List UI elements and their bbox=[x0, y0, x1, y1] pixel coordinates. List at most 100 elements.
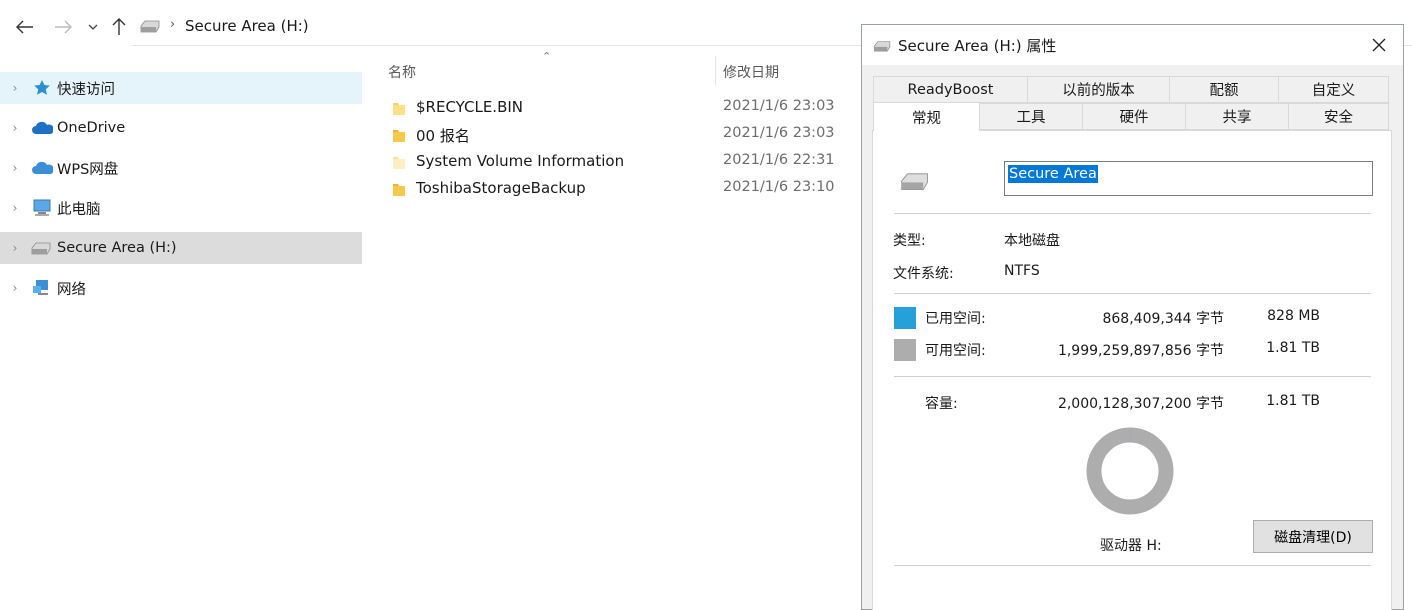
capacity-bytes: 2,000,128,307,200 字节 bbox=[1057, 396, 1224, 412]
tab-sharing[interactable]: 共享 bbox=[1185, 103, 1289, 130]
up-button[interactable] bbox=[106, 14, 132, 40]
back-arrow-icon bbox=[16, 20, 33, 34]
tab-readyboost[interactable]: ReadyBoost bbox=[873, 76, 1028, 103]
network-icon bbox=[30, 278, 54, 298]
chevron-down-icon bbox=[88, 24, 98, 30]
sidebar-item-label: 快速访问 bbox=[57, 81, 115, 98]
file-date: 2021/1/6 23:10 bbox=[723, 179, 835, 195]
screen: › Secure Area (H:) › 快速访问 › OneDrive › W… bbox=[0, 0, 1412, 610]
expand-chevron-icon[interactable]: › bbox=[0, 81, 30, 95]
drive-icon bbox=[901, 173, 928, 190]
star-icon bbox=[30, 78, 54, 98]
sidebar-item-this-pc[interactable]: › 此电脑 bbox=[0, 192, 362, 224]
sidebar-item-label: WPS网盘 bbox=[57, 161, 119, 178]
file-list: ⌃ 名称 修改日期 $RECYCLE.BIN 2021/1/6 23:03 00… bbox=[380, 50, 860, 610]
cloud-icon bbox=[30, 158, 54, 178]
file-date: 2021/1/6 23:03 bbox=[723, 125, 835, 141]
tab-general[interactable]: 常规 bbox=[873, 102, 980, 131]
tab-tools[interactable]: 工具 bbox=[979, 103, 1083, 130]
divider bbox=[894, 213, 1371, 214]
forward-button[interactable] bbox=[50, 14, 76, 40]
disk-cleanup-button[interactable]: 磁盘清理(D) bbox=[1253, 520, 1373, 553]
file-date: 2021/1/6 22:31 bbox=[723, 152, 835, 168]
folder-icon bbox=[393, 157, 405, 169]
sidebar-item-label: OneDrive bbox=[57, 120, 126, 136]
sort-ascending-icon: ⌃ bbox=[542, 50, 552, 63]
drive-icon bbox=[140, 20, 160, 33]
drive-icon bbox=[30, 238, 54, 258]
tab-quota[interactable]: 配额 bbox=[1169, 76, 1279, 103]
divider bbox=[894, 293, 1371, 294]
file-row[interactable]: 00 报名 2021/1/6 23:03 bbox=[380, 122, 860, 148]
expand-chevron-icon[interactable]: › bbox=[0, 241, 30, 255]
sidebar-item-label: 此电脑 bbox=[57, 201, 101, 218]
used-space-label: 已用空间: bbox=[925, 311, 986, 327]
column-divider[interactable] bbox=[715, 56, 716, 86]
folder-icon bbox=[393, 184, 405, 196]
volume-name-text: Secure Area bbox=[1008, 165, 1098, 183]
dialog-titlebar[interactable]: Secure Area (H:) 属性 bbox=[862, 25, 1403, 65]
disk-usage-donut bbox=[1086, 427, 1174, 515]
file-name: 00 报名 bbox=[416, 127, 470, 145]
expand-chevron-icon[interactable]: › bbox=[0, 121, 30, 135]
type-value: 本地磁盘 bbox=[1004, 233, 1060, 249]
file-name: ToshibaStorageBackup bbox=[416, 179, 586, 197]
divider bbox=[894, 376, 1371, 377]
column-header-date[interactable]: 修改日期 bbox=[723, 62, 779, 82]
tab-hardware[interactable]: 硬件 bbox=[1082, 103, 1186, 130]
drive-icon bbox=[874, 41, 891, 52]
free-space-ring bbox=[1086, 427, 1174, 515]
free-space-label: 可用空间: bbox=[925, 343, 986, 359]
capacity-label: 容量: bbox=[925, 396, 958, 412]
file-row[interactable]: ToshibaStorageBackup 2021/1/6 23:10 bbox=[380, 176, 860, 202]
type-label: 类型: bbox=[893, 233, 926, 249]
general-tab-panel: Secure Area 类型: 本地磁盘 文件系统: NTFS 已用空间: 86… bbox=[872, 130, 1392, 610]
folder-icon bbox=[393, 130, 405, 142]
properties-dialog: Secure Area (H:) 属性 ReadyBoost 以前的版本 配额 … bbox=[861, 24, 1404, 610]
file-date: 2021/1/6 23:03 bbox=[723, 98, 835, 114]
navigation-pane: › 快速访问 › OneDrive › WPS网盘 › 此电脑 › Secure… bbox=[0, 72, 362, 610]
file-row[interactable]: $RECYCLE.BIN 2021/1/6 23:03 bbox=[380, 95, 860, 121]
drive-letter-label: 驱动器 H: bbox=[1100, 538, 1162, 554]
sidebar-item-quick-access[interactable]: › 快速访问 bbox=[0, 72, 362, 104]
cloud-icon bbox=[30, 118, 54, 138]
column-header-name[interactable]: 名称 bbox=[388, 62, 416, 82]
dialog-title: Secure Area (H:) 属性 bbox=[898, 37, 1057, 55]
volume-name-input[interactable]: Secure Area bbox=[1004, 161, 1373, 196]
sidebar-item-wps-drive[interactable]: › WPS网盘 bbox=[0, 152, 362, 184]
file-name: System Volume Information bbox=[416, 152, 625, 170]
close-icon bbox=[1372, 38, 1386, 52]
divider bbox=[894, 565, 1371, 566]
sidebar-item-label: Secure Area (H:) bbox=[57, 240, 177, 256]
free-space-swatch bbox=[894, 339, 916, 361]
file-system-label: 文件系统: bbox=[893, 266, 954, 282]
tab-customize[interactable]: 自定义 bbox=[1278, 76, 1389, 103]
used-space-bytes: 868,409,344 字节 bbox=[1102, 311, 1224, 327]
file-name: $RECYCLE.BIN bbox=[416, 98, 524, 116]
tab-previous-versions[interactable]: 以前的版本 bbox=[1027, 76, 1170, 103]
file-system-value: NTFS bbox=[1004, 263, 1040, 279]
breadcrumb-chevron-icon[interactable]: › bbox=[170, 17, 175, 32]
expand-chevron-icon[interactable]: › bbox=[0, 201, 30, 215]
forward-arrow-icon bbox=[55, 20, 72, 34]
sidebar-item-secure-area[interactable]: › Secure Area (H:) bbox=[0, 232, 362, 264]
capacity-size: 1.81 TB bbox=[1266, 393, 1320, 409]
up-arrow-icon bbox=[112, 18, 126, 35]
expand-chevron-icon[interactable]: › bbox=[0, 161, 30, 175]
recent-locations-button[interactable] bbox=[80, 14, 106, 40]
sidebar-item-network[interactable]: › 网络 bbox=[0, 272, 362, 304]
sidebar-item-label: 网络 bbox=[57, 281, 86, 298]
computer-icon bbox=[30, 198, 54, 218]
folder-icon bbox=[393, 103, 405, 115]
free-space-size: 1.81 TB bbox=[1266, 340, 1320, 356]
used-space-swatch bbox=[894, 307, 916, 329]
free-space-bytes: 1,999,259,897,856 字节 bbox=[1057, 343, 1224, 359]
tab-security[interactable]: 安全 bbox=[1288, 103, 1389, 130]
expand-chevron-icon[interactable]: › bbox=[0, 281, 30, 295]
sidebar-item-onedrive[interactable]: › OneDrive bbox=[0, 112, 362, 144]
close-button[interactable] bbox=[1367, 33, 1391, 57]
used-space-size: 828 MB bbox=[1267, 308, 1320, 324]
address-text[interactable]: Secure Area (H:) bbox=[185, 17, 309, 35]
file-row[interactable]: System Volume Information 2021/1/6 22:31 bbox=[380, 149, 860, 175]
back-button[interactable] bbox=[12, 14, 38, 40]
